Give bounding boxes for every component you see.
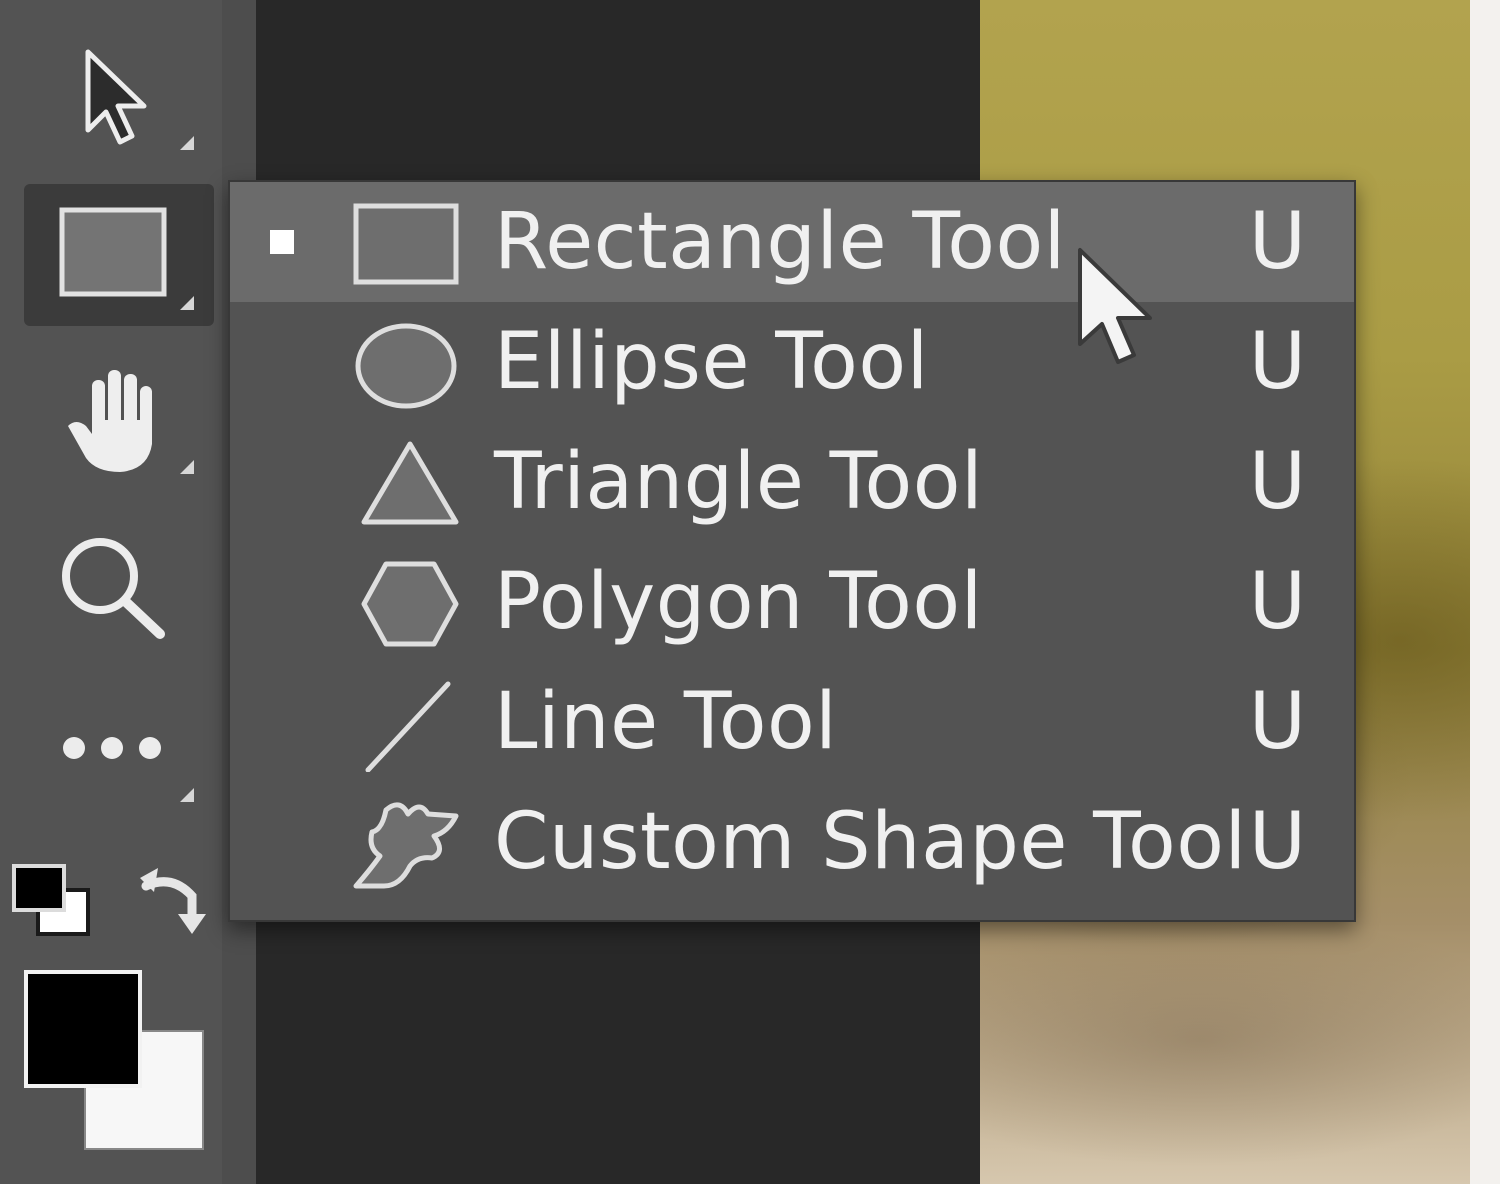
swap-arrows-icon: [140, 868, 206, 934]
menu-item-ellipse-tool[interactable]: Ellipse Tool U: [230, 302, 1354, 422]
polygon-icon: [361, 561, 459, 647]
selected-bullet-icon: [270, 230, 294, 254]
edit-toolbar-button[interactable]: [56, 712, 206, 812]
default-colors-icon: [12, 864, 90, 936]
more-dots-icon: [63, 737, 161, 759]
tools-panel: [0, 0, 222, 1184]
menu-item-label: Line Tool: [494, 677, 838, 767]
mouse-cursor-icon: [1078, 248, 1152, 364]
menu-item-label: Custom Shape Tool: [494, 797, 1247, 887]
menu-item-label: Polygon Tool: [494, 557, 983, 647]
menu-item-shortcut: U: [1248, 197, 1306, 287]
zoom-tool-button[interactable]: [56, 528, 186, 648]
menu-item-shortcut: U: [1248, 437, 1306, 527]
hand-icon: [68, 370, 152, 472]
menu-item-shortcut: U: [1248, 677, 1306, 767]
arrow-pointer-icon: [85, 49, 147, 145]
menu-item-polygon-tool[interactable]: Polygon Tool U: [230, 542, 1354, 662]
rectangle-tool-button[interactable]: [24, 184, 214, 326]
menu-item-label: Triangle Tool: [494, 437, 984, 527]
menu-item-shortcut: U: [1248, 797, 1306, 887]
default-colors-button[interactable]: [10, 862, 94, 942]
menu-item-shortcut: U: [1248, 317, 1306, 407]
magnifier-icon: [62, 538, 165, 639]
swap-colors-button[interactable]: [132, 856, 218, 942]
flyout-indicator-icon: [180, 296, 194, 310]
move-tool-button[interactable]: [60, 40, 210, 160]
custom-shape-icon: [353, 802, 459, 889]
menu-item-shortcut: U: [1248, 557, 1306, 647]
rectangle-icon: [353, 203, 459, 285]
ellipse-icon: [355, 323, 457, 409]
triangle-icon: [361, 441, 459, 525]
flyout-indicator-icon: [180, 136, 194, 150]
menu-item-line-tool[interactable]: Line Tool U: [230, 662, 1354, 782]
hand-tool-button[interactable]: [56, 360, 206, 484]
menu-item-triangle-tool[interactable]: Triangle Tool U: [230, 422, 1354, 542]
flyout-indicator-icon: [180, 788, 194, 802]
flyout-indicator-icon: [180, 460, 194, 474]
menu-item-rectangle-tool[interactable]: Rectangle Tool U: [230, 182, 1354, 302]
foreground-color-swatch[interactable]: [24, 970, 142, 1088]
shape-tools-flyout-menu: Rectangle Tool U Ellipse Tool U Triangle…: [228, 180, 1356, 922]
menu-item-label: Rectangle Tool: [494, 197, 1066, 287]
menu-item-label: Ellipse Tool: [494, 317, 929, 407]
menu-item-custom-shape-tool[interactable]: Custom Shape Tool U: [230, 782, 1354, 902]
line-icon: [365, 681, 451, 772]
